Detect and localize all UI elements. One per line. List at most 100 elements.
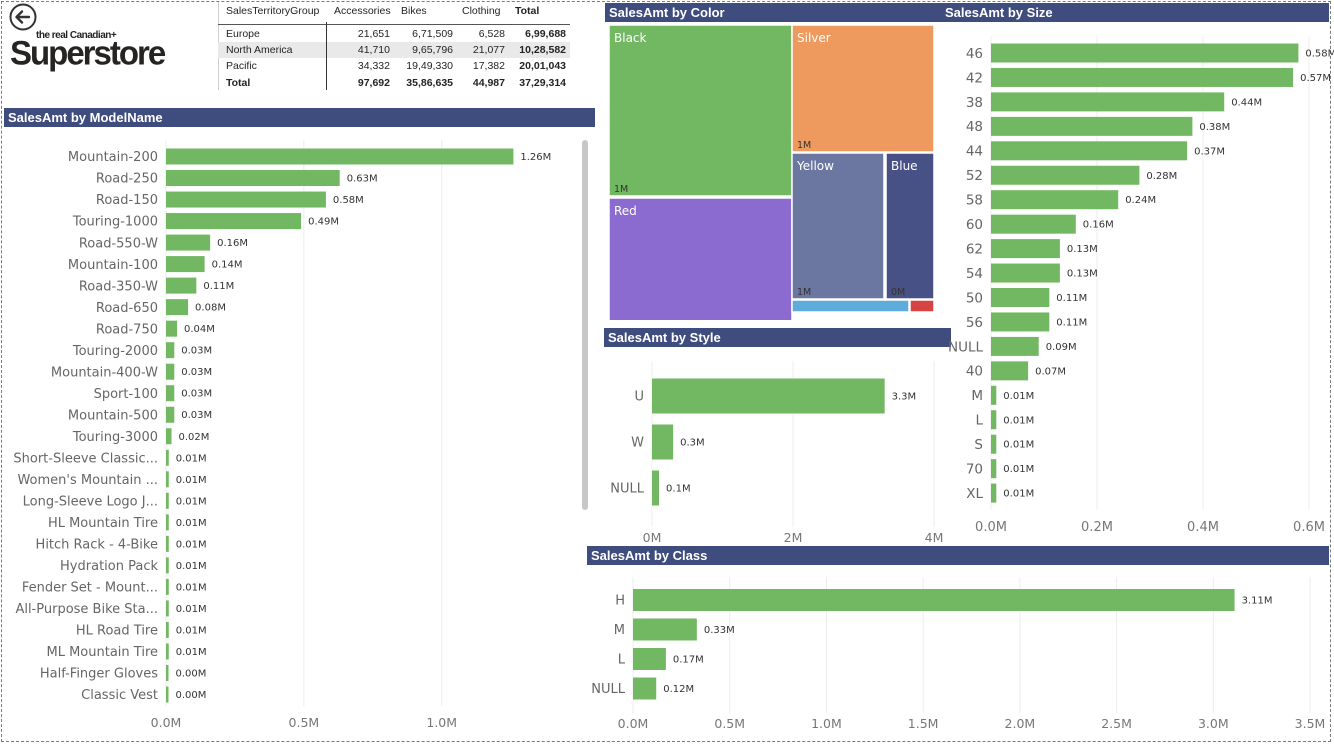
category-label: H	[615, 594, 625, 609]
category-label: Touring-1000	[72, 215, 158, 230]
category-label: 40	[966, 364, 983, 380]
bar	[991, 92, 1225, 112]
cell-total: 6,99,688	[525, 28, 566, 40]
category-label: 46	[966, 46, 983, 62]
cell-accessories: 21,651	[357, 28, 390, 40]
data-label: 0.01M	[1003, 440, 1034, 451]
treemap-tile	[791, 152, 885, 300]
matrix-row[interactable]: Europe 21,651 6,71,509 6,528 6,99,688	[218, 26, 570, 42]
category-label: Road-550-W	[79, 236, 158, 251]
bar	[166, 170, 340, 187]
bar	[166, 449, 169, 466]
bar	[166, 277, 197, 294]
bar	[166, 492, 169, 509]
category-label: U	[634, 390, 644, 405]
bar	[166, 191, 326, 208]
matrix-row[interactable]: North America 41,710 9,65,796 21,077 10,…	[218, 42, 570, 58]
data-label: 3.11M	[1242, 596, 1273, 607]
logo-wordmark: Superstore	[10, 33, 166, 72]
bar	[652, 470, 660, 506]
bar	[991, 385, 997, 405]
x-tick-label: 1.0M	[426, 715, 457, 730]
cell-total: 10,28,582	[519, 44, 566, 56]
data-label: 0.11M	[1056, 293, 1087, 304]
data-label: 0.3M	[680, 438, 705, 449]
data-label: 0.11M	[203, 281, 234, 292]
bar	[166, 643, 169, 660]
category-label: All-Purpose Bike Sta...	[15, 602, 158, 617]
row-label: Total	[226, 77, 251, 89]
bar	[991, 410, 997, 430]
header-total[interactable]: Total	[515, 3, 539, 19]
treemap-tile-label: Black	[614, 31, 647, 45]
data-label: 0.58M	[333, 195, 364, 206]
bar	[991, 239, 1060, 259]
data-label: 0.13M	[1067, 244, 1098, 255]
matrix-row[interactable]: Pacific 34,332 19,49,330 17,382 20,01,04…	[218, 58, 570, 74]
category-label: XL	[966, 486, 983, 502]
category-label: 60	[966, 217, 983, 233]
category-label: M	[614, 623, 625, 638]
bar	[166, 621, 169, 638]
data-label: 0.16M	[1083, 220, 1114, 231]
data-label: 0.00M	[176, 690, 207, 701]
bar	[166, 406, 175, 423]
style-chart-title: SalesAmt by Style	[604, 328, 951, 347]
bar	[166, 600, 169, 617]
bar	[991, 434, 997, 454]
bar	[991, 141, 1188, 161]
bar	[166, 299, 189, 316]
category-label: Road-250	[96, 172, 158, 187]
bar	[991, 288, 1050, 307]
row-label: North America	[226, 44, 293, 56]
bar	[991, 67, 1294, 87]
cell-accessories: 97,692	[357, 77, 390, 89]
cell-bikes: 6,71,509	[412, 28, 453, 40]
treemap-tile-value: 1M	[614, 184, 628, 195]
data-label: 0.03M	[181, 389, 212, 400]
data-label: 0.01M	[176, 582, 207, 593]
category-label: 54	[966, 266, 983, 282]
category-label: Road-750	[96, 322, 158, 337]
bar	[166, 471, 169, 488]
model-scrollbar[interactable]	[582, 140, 588, 510]
cell-clothing: 17,382	[472, 60, 505, 72]
x-tick-label: 0.6M	[1293, 520, 1325, 535]
x-tick-label: 2.5M	[1101, 716, 1132, 731]
category-label: Mountain-500	[68, 408, 158, 423]
category-label: M	[971, 388, 983, 404]
header-clothing[interactable]: Clothing	[462, 3, 501, 19]
data-label: 0.58M	[1305, 49, 1334, 60]
data-label: 0.03M	[181, 346, 212, 357]
treemap-tile-value: 1M	[797, 287, 811, 298]
header-accessories[interactable]: Accessories	[334, 3, 391, 19]
bar	[166, 213, 302, 230]
cell-clothing: 6,528	[478, 28, 505, 40]
size-chart-title: SalesAmt by Size	[941, 3, 1329, 22]
category-label: Touring-3000	[72, 430, 158, 445]
category-label: 44	[966, 144, 983, 160]
data-label: 0.01M	[176, 604, 207, 615]
bar	[166, 686, 169, 703]
data-label: 0.04M	[184, 324, 215, 335]
header-territory[interactable]: SalesTerritoryGroup	[226, 3, 319, 19]
treemap-tile	[791, 299, 910, 313]
category-label: Hydration Pack	[60, 559, 158, 574]
data-label: 0.02M	[179, 432, 210, 443]
sales-matrix-table: SalesTerritoryGroup Accessories Bikes Cl…	[218, 2, 573, 104]
bar	[166, 578, 169, 595]
data-label: 0.17M	[673, 655, 704, 666]
matrix-total-row[interactable]: Total 97,692 35,86,635 44,987 37,29,314	[218, 75, 570, 91]
data-label: 0.57M	[1300, 73, 1331, 84]
data-label: 0.12M	[663, 684, 694, 695]
bar	[991, 459, 997, 479]
category-label: S	[974, 437, 983, 453]
category-label: L	[975, 413, 983, 429]
data-label: 0.01M	[1003, 415, 1034, 426]
bar	[166, 148, 514, 165]
x-tick-label: 0.5M	[289, 715, 320, 730]
x-tick-label: 0.4M	[1187, 520, 1219, 535]
header-bikes[interactable]: Bikes	[401, 3, 427, 19]
back-arrow-icon[interactable]	[9, 3, 37, 31]
data-label: 1.26M	[520, 152, 551, 163]
